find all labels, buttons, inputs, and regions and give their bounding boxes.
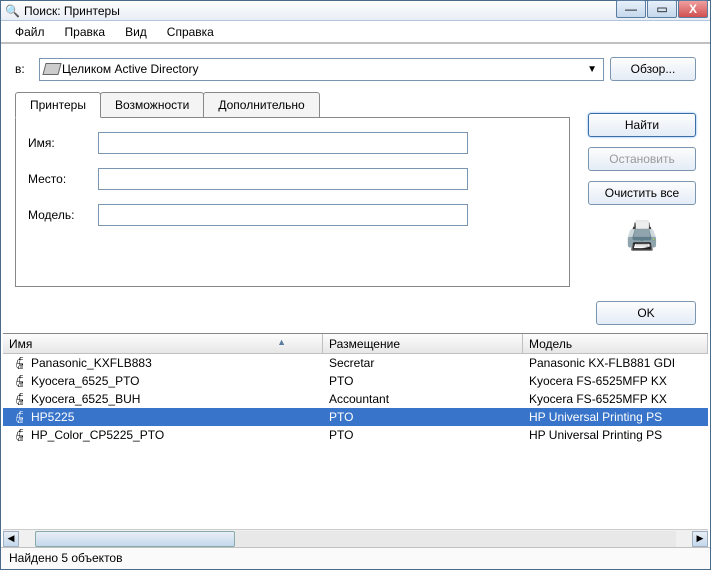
browse-button[interactable]: Обзор... [610, 57, 696, 81]
cell-model: Kyocera FS-6525MFP KX [523, 392, 708, 406]
input-model[interactable] [98, 204, 468, 226]
table-row[interactable]: 🖨HP_Color_CP5225_PTO PTOHP Universal Prin… [3, 426, 708, 444]
tab-advanced[interactable]: Дополнительно [203, 92, 319, 118]
stop-button[interactable]: Остановить [588, 147, 696, 171]
scroll-right-button[interactable]: ▶ [692, 531, 708, 547]
close-button[interactable]: X [678, 0, 708, 18]
tab-printers[interactable]: Принтеры [15, 92, 101, 118]
label-location: Место: [28, 172, 98, 186]
scope-label: в: [15, 62, 33, 76]
chevron-down-icon: ▼ [587, 64, 597, 75]
cell-model: HP Universal Printing PS [523, 410, 708, 424]
scroll-thumb[interactable] [35, 531, 235, 547]
table-row[interactable]: 🖨Panasonic_KXFLB883 SecretarPanasonic KX-… [3, 354, 708, 372]
menu-file[interactable]: Файл [7, 22, 53, 42]
cell-location: PTO [323, 428, 523, 442]
table-row[interactable]: 🖨HP5225 PTOHP Universal Printing PS [3, 408, 708, 426]
printer-icon: 🖨 [9, 356, 23, 370]
cell-location: PTO [323, 410, 523, 424]
minimize-button[interactable]: — [616, 0, 646, 18]
cell-location: Accountant [323, 392, 523, 406]
maximize-button[interactable]: ▭ [647, 0, 677, 18]
tabs-panel: Принтеры Возможности Дополнительно Имя: … [15, 91, 570, 287]
cell-name: HP_Color_CP5225_PTO [25, 428, 170, 442]
cell-model: Panasonic KX-FLB881 GDI [523, 356, 708, 370]
col-header-model[interactable]: Модель [523, 334, 708, 353]
app-icon: 🔍 [5, 4, 20, 18]
horizontal-scrollbar[interactable]: ◀ ▶ [3, 529, 708, 547]
cell-name: Kyocera_6525_BUH [25, 392, 146, 406]
row-location: Место: [28, 168, 557, 190]
table-row[interactable]: 🖨Kyocera_6525_BUH AccountantKyocera FS-65… [3, 390, 708, 408]
main-row: Принтеры Возможности Дополнительно Имя: … [1, 85, 710, 287]
col-header-name[interactable]: Имя ▲ [3, 334, 323, 353]
find-button[interactable]: Найти [588, 113, 696, 137]
titlebar[interactable]: 🔍 Поиск: Принтеры — ▭ X [1, 1, 710, 21]
search-printer-icon: 🖨️ [588, 219, 696, 252]
clear-button[interactable]: Очистить все [588, 181, 696, 205]
tab-features[interactable]: Возможности [100, 92, 204, 118]
col-header-location[interactable]: Размещение [323, 334, 523, 353]
label-model: Модель: [28, 208, 98, 222]
results-panel: Имя ▲ Размещение Модель 🖨Panasonic_KXFLB… [3, 333, 708, 547]
cell-name: HP5225 [25, 410, 80, 424]
printer-icon: 🖨 [9, 392, 23, 406]
ok-button[interactable]: OK [596, 301, 696, 325]
printer-icon: 🖨 [9, 428, 23, 442]
search-window: 🔍 Поиск: Принтеры — ▭ X Файл Правка Вид … [0, 0, 711, 570]
input-location[interactable] [98, 168, 468, 190]
row-model: Модель: [28, 204, 557, 226]
menubar: Файл Правка Вид Справка [1, 21, 710, 43]
cell-model: Kyocera FS-6525MFP KX [523, 374, 708, 388]
results-body: 🖨Panasonic_KXFLB883SecretarPanasonic KX-… [3, 354, 708, 529]
label-name: Имя: [28, 136, 98, 150]
scope-dropdown[interactable]: Целиком Active Directory ▼ [39, 58, 604, 81]
side-buttons: Найти Остановить Очистить все 🖨️ [588, 91, 696, 287]
results-header: Имя ▲ Размещение Модель [3, 334, 708, 354]
scroll-left-button[interactable]: ◀ [3, 531, 19, 547]
table-row[interactable]: 🖨Kyocera_6525_PTO PTOKyocera FS-6525MFP K… [3, 372, 708, 390]
input-name[interactable] [98, 132, 468, 154]
printer-icon: 🖨 [9, 410, 23, 424]
row-name: Имя: [28, 132, 557, 154]
window-title: Поиск: Принтеры [24, 4, 120, 18]
ok-row: OK [1, 287, 710, 333]
tabs-body: Имя: Место: Модель: [15, 117, 570, 287]
menu-view[interactable]: Вид [117, 22, 155, 42]
cell-location: PTO [323, 374, 523, 388]
cell-name: Panasonic_KXFLB883 [25, 356, 158, 370]
printer-icon: 🖨 [9, 374, 23, 388]
cell-location: Secretar [323, 356, 523, 370]
cell-name: Kyocera_6525_PTO [25, 374, 146, 388]
statusbar: Найдено 5 объектов [1, 547, 710, 569]
directory-icon [42, 63, 61, 75]
tabs-head: Принтеры Возможности Дополнительно [15, 92, 570, 118]
scope-value: Целиком Active Directory [62, 62, 199, 76]
window-controls: — ▭ X [615, 0, 708, 18]
scope-row: в: Целиком Active Directory ▼ Обзор... [1, 45, 710, 85]
cell-model: HP Universal Printing PS [523, 428, 708, 442]
scroll-track[interactable] [35, 531, 676, 547]
sort-asc-icon: ▲ [277, 337, 286, 347]
menu-help[interactable]: Справка [159, 22, 222, 42]
menu-edit[interactable]: Правка [57, 22, 114, 42]
